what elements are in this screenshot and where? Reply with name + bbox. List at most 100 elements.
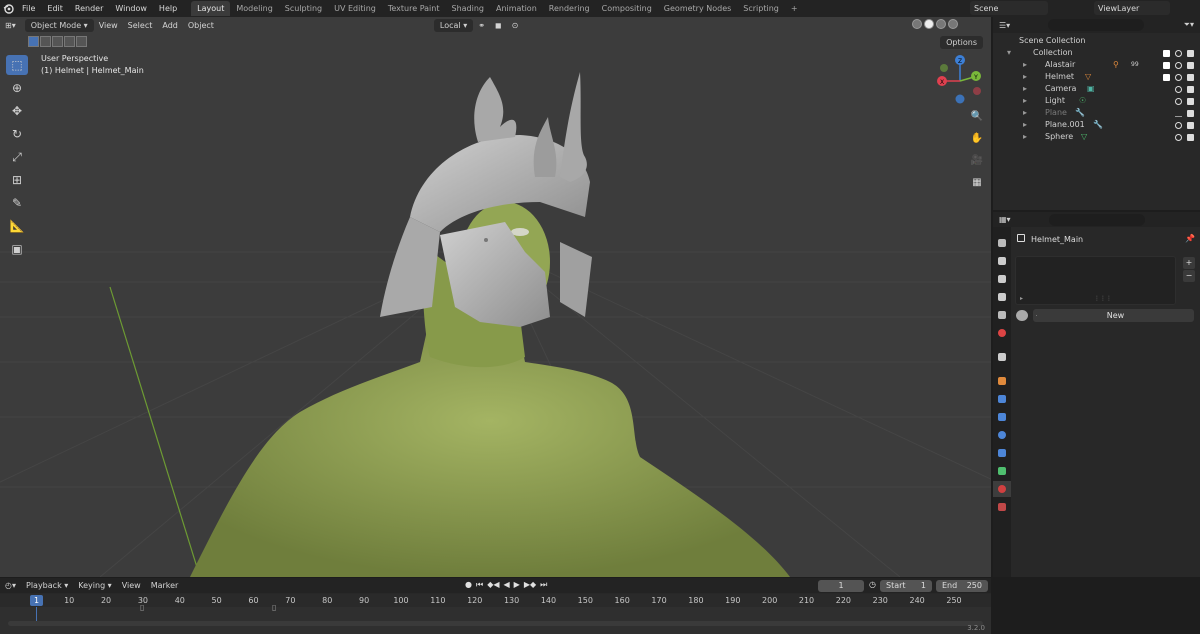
tab-geometry-nodes[interactable]: Geometry Nodes [658, 1, 737, 16]
menu-keying[interactable]: Keying ▾ [73, 579, 116, 592]
physics-tab-icon[interactable] [993, 427, 1011, 443]
tab-scripting[interactable]: Scripting [737, 1, 785, 16]
outliner-scene-collection[interactable]: Scene Collection [993, 35, 1200, 47]
select-intersect-icon[interactable] [76, 36, 87, 47]
expand-arrow-icon[interactable]: ▸ [1020, 295, 1023, 302]
playhead-line[interactable] [36, 607, 37, 621]
view-layer-selector[interactable]: ViewLayer [1094, 1, 1170, 15]
outliner-item[interactable]: ▸ Plane 🔧 [993, 107, 1200, 119]
scale-tool-icon[interactable]: ⤢ [6, 147, 28, 167]
expand-arrow-icon[interactable]: ▸ [1023, 119, 1027, 131]
pan-hand-icon[interactable]: ✋ [968, 129, 986, 147]
outliner-item[interactable]: ▸ Helmet ▽ [993, 71, 1200, 83]
render-camera-icon[interactable] [1187, 49, 1194, 57]
measure-tool-icon[interactable]: 📐 [6, 216, 28, 236]
jump-end-icon[interactable]: ⏭ [540, 580, 547, 590]
tab-uv-editing[interactable]: UV Editing [328, 1, 382, 16]
tab-texture-paint[interactable]: Texture Paint [382, 1, 446, 16]
menu-file[interactable]: File [16, 0, 41, 17]
new-material-button[interactable]: New [1037, 309, 1194, 322]
render-camera-icon[interactable] [1187, 73, 1194, 81]
menu-render[interactable]: Render [69, 0, 109, 17]
menu-timeline-view[interactable]: View [117, 579, 146, 592]
cursor-tool-icon[interactable]: ⊕ [6, 78, 28, 98]
tab-compositing[interactable]: Compositing [596, 1, 658, 16]
record-icon[interactable]: ● [465, 580, 472, 590]
menu-playback[interactable]: Playback ▾ [21, 579, 73, 592]
tool-tab-icon[interactable] [993, 235, 1011, 251]
expand-arrow-icon[interactable]: ▸ [1023, 59, 1027, 71]
remove-slot-button[interactable]: − [1183, 270, 1195, 282]
menu-object[interactable]: Object [183, 19, 219, 32]
scene-selector[interactable]: Scene [970, 1, 1048, 15]
visibility-eye-icon[interactable] [1175, 61, 1182, 69]
properties-editor-icon[interactable]: ▦▾ [999, 215, 1011, 224]
3d-viewport[interactable]: Z X Y ⊞▾ Object Mode ▾ View Select Add O… [0, 17, 991, 577]
menu-help[interactable]: Help [153, 0, 183, 17]
expand-arrow-icon[interactable]: ▸ [1023, 71, 1027, 83]
exclude-checkbox[interactable] [1163, 73, 1170, 81]
material-tab-icon[interactable] [993, 481, 1011, 497]
tab-sculpting[interactable]: Sculpting [279, 1, 328, 16]
ortho-grid-icon[interactable]: ▦ [968, 173, 986, 191]
menu-marker[interactable]: Marker [146, 579, 184, 592]
add-slot-button[interactable]: + [1183, 257, 1195, 269]
resize-grip-icon[interactable]: ⋮⋮⋮ [1094, 295, 1112, 302]
visibility-eye-icon[interactable] [1175, 133, 1182, 141]
orientation-dropdown[interactable]: Local ▾ [433, 18, 474, 32]
visibility-eye-icon[interactable] [1175, 97, 1182, 105]
texture-tab-icon[interactable] [993, 499, 1011, 515]
render-camera-icon[interactable] [1187, 133, 1194, 141]
exclude-checkbox[interactable] [1163, 49, 1170, 57]
outliner-item[interactable]: ▸ Sphere ▽ [993, 131, 1200, 143]
play-icon[interactable]: ▶ [514, 580, 520, 590]
menu-edit[interactable]: Edit [41, 0, 69, 17]
wireframe-shading-icon[interactable] [912, 19, 922, 29]
menu-select[interactable]: Select [123, 19, 158, 32]
scene-tab-icon[interactable] [993, 307, 1011, 323]
expand-arrow-icon[interactable]: ▸ [1023, 131, 1027, 143]
tab-animation[interactable]: Animation [490, 1, 543, 16]
rendered-shading-icon[interactable] [948, 19, 958, 29]
add-cube-tool-icon[interactable]: ▣ [6, 239, 28, 259]
tab-rendering[interactable]: Rendering [543, 1, 596, 16]
tab-layout[interactable]: Layout [191, 1, 231, 16]
world-tab-icon[interactable] [993, 325, 1011, 341]
rotate-tool-icon[interactable]: ↻ [6, 124, 28, 144]
tab-modeling[interactable]: Modeling [230, 1, 278, 16]
add-workspace-button[interactable]: + [785, 4, 804, 13]
pin-icon[interactable]: 📌 [1185, 234, 1195, 243]
select-box-tool-icon[interactable]: ⬚ [6, 55, 28, 75]
browse-material-icon[interactable] [1016, 310, 1028, 321]
outliner-item[interactable]: ▸ Light ☉ [993, 95, 1200, 107]
menu-add[interactable]: Add [157, 19, 183, 32]
editor-type-icon[interactable]: ⊞▾ [0, 19, 21, 32]
render-camera-icon[interactable] [1187, 97, 1194, 105]
blender-logo-icon[interactable] [0, 0, 16, 17]
modifier-tab-icon[interactable] [993, 391, 1011, 407]
jump-keyframe-forward-icon[interactable]: ▶◆ [524, 580, 536, 590]
zoom-icon[interactable]: 🔍 [968, 107, 986, 125]
timeline-scrollbar[interactable] [8, 621, 983, 626]
expand-arrow-icon[interactable]: ▾ [1007, 47, 1011, 59]
jump-keyframe-back-icon[interactable]: ◆◀ [487, 580, 499, 590]
camera-view-icon[interactable]: 🎥 [968, 151, 986, 169]
snap-icon[interactable]: ◼ [490, 19, 507, 32]
view-layer-tab-icon[interactable] [993, 289, 1011, 305]
expand-arrow-icon[interactable]: ▸ [1023, 83, 1027, 95]
play-reverse-icon[interactable]: ◀ [504, 580, 510, 590]
current-frame-field[interactable]: 1 [818, 580, 864, 592]
annotate-tool-icon[interactable]: ✎ [6, 193, 28, 213]
render-tab-icon[interactable] [993, 253, 1011, 269]
render-camera-icon[interactable] [1187, 61, 1194, 69]
proportional-edit-icon[interactable]: ⊙ [507, 19, 524, 32]
select-invert-icon[interactable] [64, 36, 75, 47]
options-dropdown[interactable]: Options [940, 36, 983, 49]
render-camera-icon[interactable] [1187, 85, 1194, 93]
select-new-icon[interactable] [28, 36, 39, 47]
material-preview-icon[interactable] [936, 19, 946, 29]
render-camera-icon[interactable] [1187, 121, 1194, 129]
mode-dropdown[interactable]: Object Mode ▾ [24, 18, 94, 32]
collection-tab-icon[interactable] [993, 349, 1011, 365]
visibility-eye-icon[interactable] [1175, 73, 1182, 81]
